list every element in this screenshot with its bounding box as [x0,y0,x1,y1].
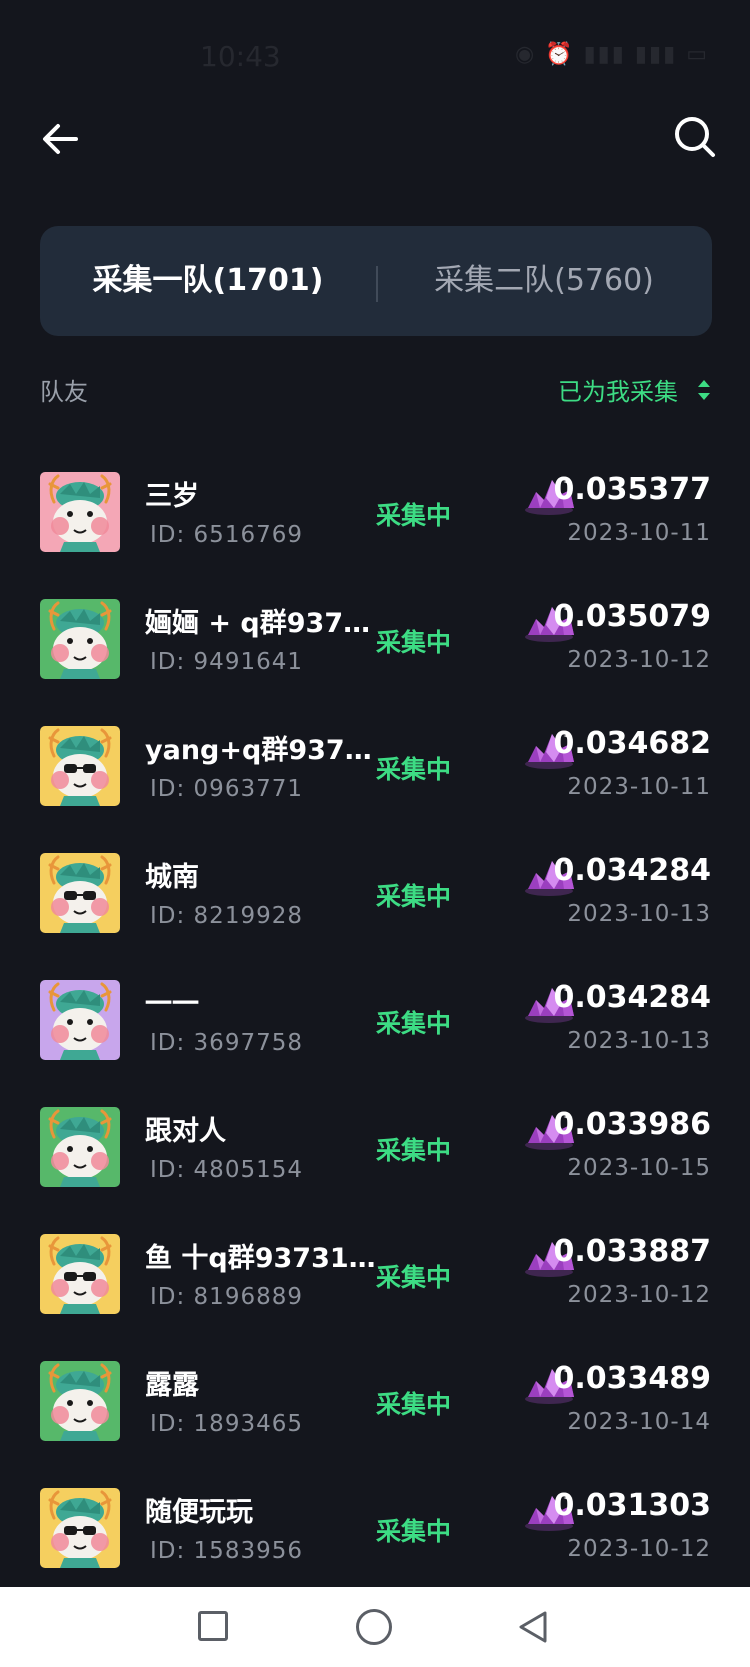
collected-amount: 0.033489 [553,1361,711,1396]
collecting-status: 采集中 [376,882,452,911]
collected-amount: 0.034284 [553,853,711,888]
member-row[interactable]: 鱼 十q群937314... ID: 8196889 采集中 0.033887 … [0,1224,750,1351]
dragon-avatar-icon [40,853,120,933]
dragon-avatar-icon [40,1234,120,1314]
member-row[interactable]: 一一 ID: 3697758 采集中 0.034284 2023-10-13 [0,970,750,1097]
join-date: 2023-10-12 [567,647,711,673]
collecting-status: 采集中 [376,1009,452,1038]
avatar[interactable] [40,1234,120,1314]
sort-dropdown[interactable]: 已为我采集 [558,372,678,407]
member-id: ID: 8219928 [150,903,303,929]
join-date: 2023-10-11 [567,774,711,800]
member-id: ID: 6516769 [150,522,303,548]
member-row[interactable]: 城南 ID: 8219928 采集中 0.034284 2023-10-13 [0,843,750,970]
dragon-avatar-icon [40,980,120,1060]
collecting-status: 采集中 [376,628,452,657]
tab-team-1[interactable]: 采集一队(1701) [40,226,376,336]
collected-amount: 0.034682 [553,726,711,761]
member-row[interactable]: 婳婳 + q群9373... ID: 9491641 采集中 0.035079 … [0,589,750,716]
collecting-status: 采集中 [376,1263,452,1292]
join-date: 2023-10-13 [567,1028,711,1054]
member-row[interactable]: yang+q群93731... ID: 0963771 采集中 0.034682… [0,716,750,843]
member-name: 随便玩玩 [145,1497,253,1528]
member-name: 跟对人 [145,1116,226,1147]
dragon-avatar-icon [40,1107,120,1187]
avatar[interactable] [40,853,120,933]
recents-button[interactable] [198,1611,228,1641]
avatar[interactable] [40,472,120,552]
member-id: ID: 3697758 [150,1030,303,1056]
member-id: ID: 0963771 [150,776,303,802]
system-back-icon[interactable] [516,1609,550,1645]
status-time: 10:43 [200,40,281,73]
member-id: ID: 1893465 [150,1411,303,1437]
home-button[interactable] [356,1609,392,1645]
dragon-avatar-icon [40,1361,120,1441]
member-row[interactable]: 随便玩玩 ID: 1583956 采集中 0.031303 2023-10-12 [0,1478,750,1605]
dragon-avatar-icon [40,1488,120,1568]
back-button[interactable] [36,114,86,164]
member-row[interactable]: 三岁 ID: 6516769 采集中 0.035377 2023-10-11 [0,462,750,589]
dragon-avatar-icon [40,472,120,552]
member-list: 三岁 ID: 6516769 采集中 0.035377 2023-10-11 婳… [0,462,750,1605]
collecting-status: 采集中 [376,1390,452,1419]
avatar[interactable] [40,980,120,1060]
dragon-avatar-icon [40,599,120,679]
list-header: 队友 已为我采集 [40,372,712,412]
status-icons: ◉ ⏰ ▮▮▮ ▮▮▮ ▭ [515,42,709,67]
collected-amount: 0.033887 [553,1234,711,1269]
avatar[interactable] [40,599,120,679]
join-date: 2023-10-12 [567,1282,711,1308]
member-name: 露露 [145,1370,199,1401]
dragon-avatar-icon [40,726,120,806]
member-name: 鱼 十q群937314... [145,1243,385,1274]
member-name: 三岁 [145,481,199,512]
collecting-status: 采集中 [376,755,452,784]
search-button[interactable] [668,110,722,164]
member-id: ID: 1583956 [150,1538,303,1564]
avatar[interactable] [40,1361,120,1441]
member-name: 婳婳 + q群9373... [145,608,385,639]
collecting-status: 采集中 [376,1136,452,1165]
team-tabs: 采集一队(1701) 采集二队(5760) [40,226,712,336]
teammates-label: 队友 [40,378,88,406]
member-name: yang+q群93731... [145,735,385,766]
join-date: 2023-10-15 [567,1155,711,1181]
collected-amount: 0.034284 [553,980,711,1015]
member-id: ID: 4805154 [150,1157,303,1183]
collected-amount: 0.035079 [553,599,711,634]
avatar[interactable] [40,726,120,806]
avatar[interactable] [40,1488,120,1568]
member-row[interactable]: 跟对人 ID: 4805154 采集中 0.033986 2023-10-15 [0,1097,750,1224]
join-date: 2023-10-14 [567,1409,711,1435]
sort-arrows-icon[interactable] [696,376,712,404]
member-row[interactable]: 露露 ID: 1893465 采集中 0.033489 2023-10-14 [0,1351,750,1478]
collecting-status: 采集中 [376,1517,452,1546]
member-id: ID: 9491641 [150,649,303,675]
top-nav [0,100,750,180]
join-date: 2023-10-12 [567,1536,711,1562]
search-icon [675,117,715,157]
system-nav-bar [0,1587,750,1667]
member-id: ID: 8196889 [150,1284,303,1310]
arrow-left-icon [43,124,78,154]
collected-amount: 0.033986 [553,1107,711,1142]
status-bar: 10:43 ◉ ⏰ ▮▮▮ ▮▮▮ ▭ [0,0,750,110]
member-name: 一一 [145,989,199,1020]
collected-amount: 0.035377 [553,472,711,507]
tab-team-2[interactable]: 采集二队(5760) [376,226,712,336]
avatar[interactable] [40,1107,120,1187]
join-date: 2023-10-11 [567,520,711,546]
member-name: 城南 [145,862,199,893]
collected-amount: 0.031303 [553,1488,711,1523]
collecting-status: 采集中 [376,501,452,530]
join-date: 2023-10-13 [567,901,711,927]
